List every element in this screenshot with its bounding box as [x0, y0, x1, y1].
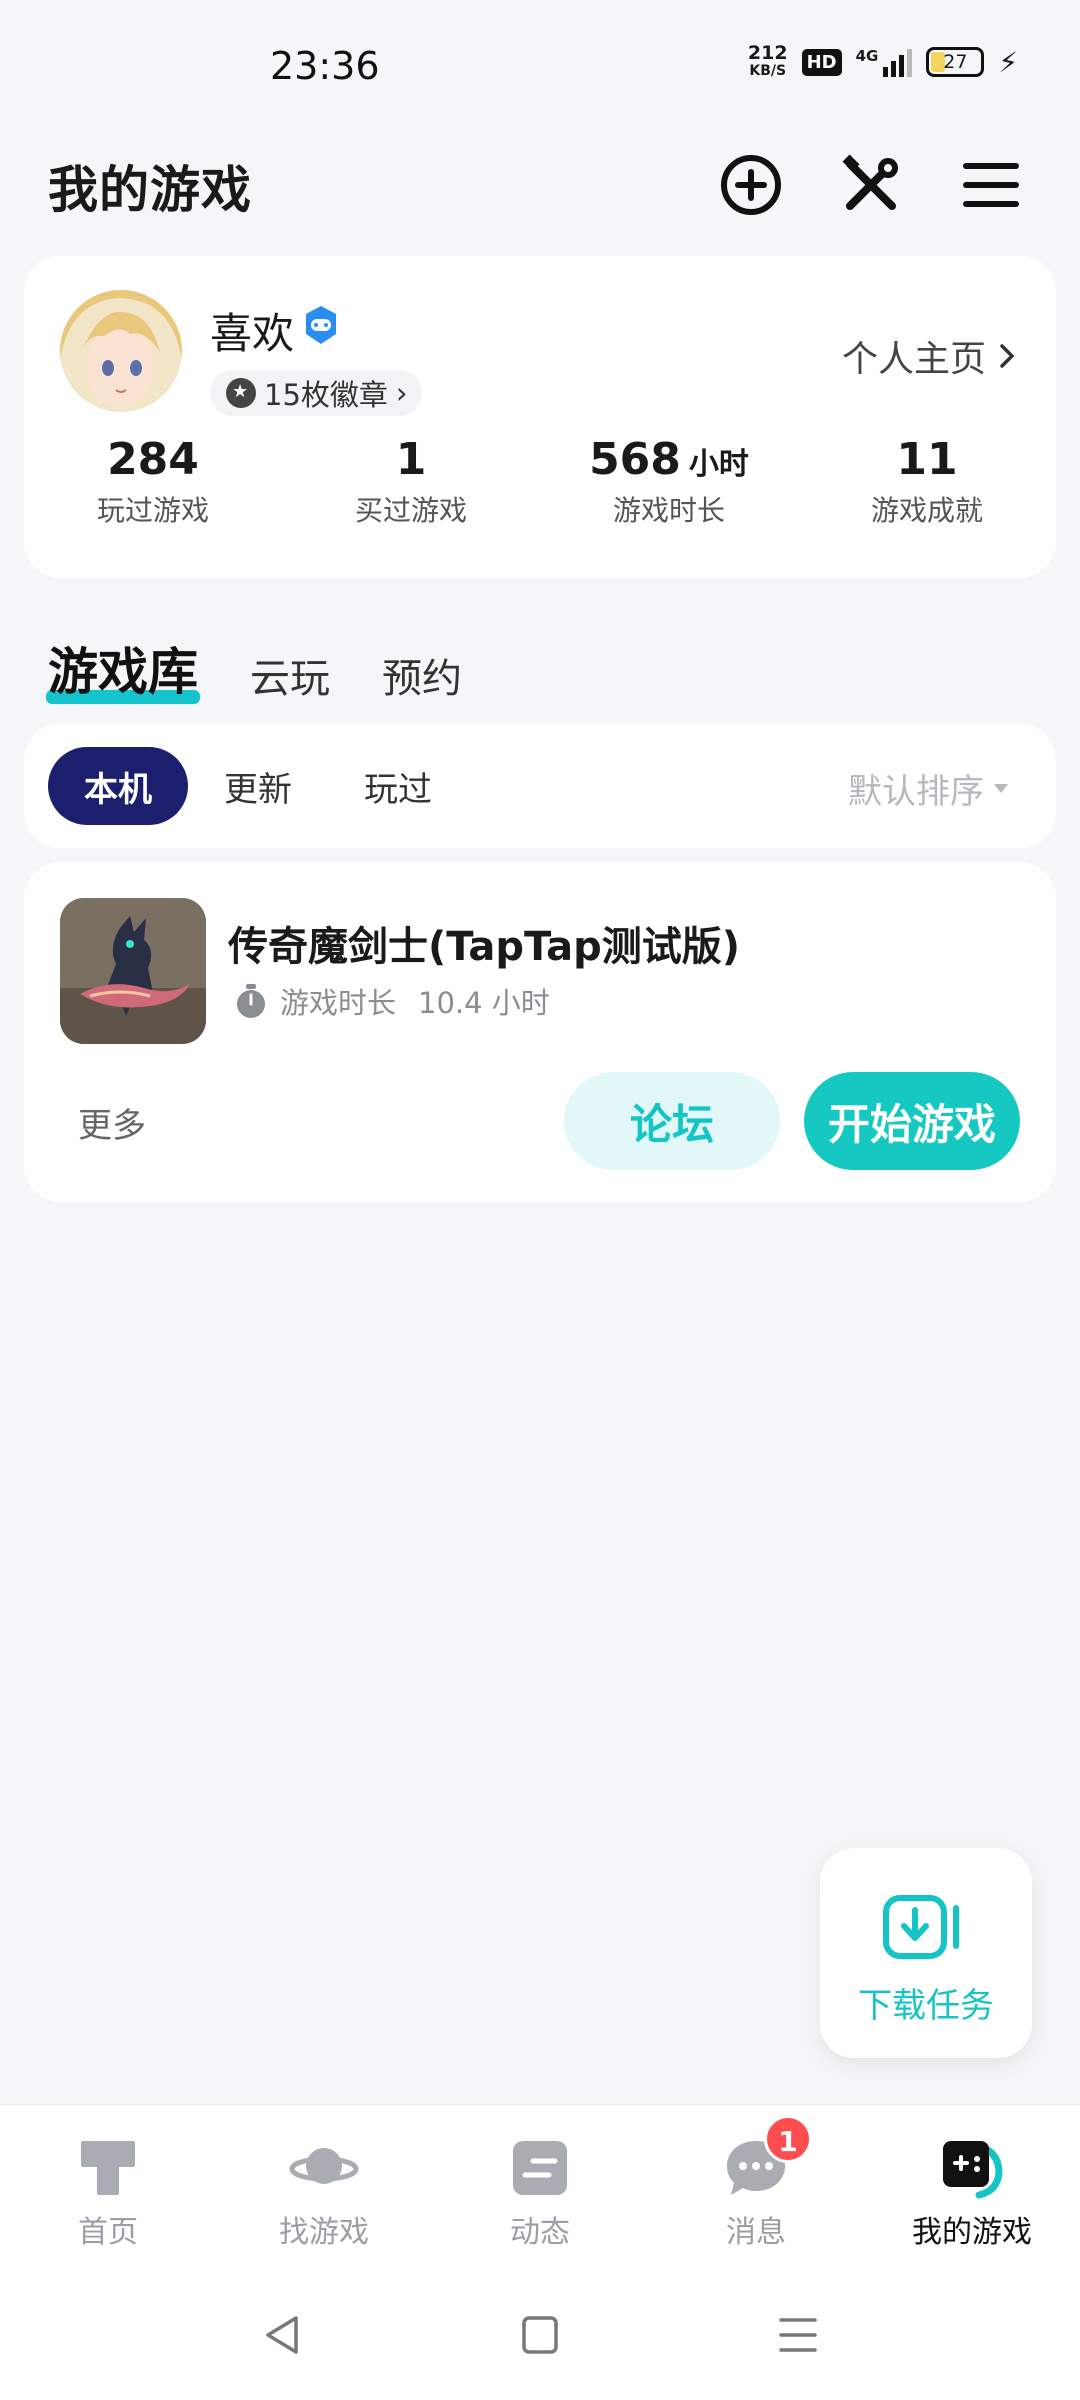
sort-dropdown[interactable]: 默认排序 [848, 764, 1008, 813]
signal-icon: 4G [856, 47, 913, 77]
nav-messages[interactable]: 消息 1 [648, 2105, 864, 2274]
status-icons: 212 KB/S HD 4G 27 ⚡ [748, 44, 1018, 80]
stat-played-games[interactable]: 284 玩过游戏 [24, 434, 282, 529]
back-icon[interactable] [262, 2314, 302, 2356]
unread-badge: 1 [764, 2115, 812, 2163]
net-speed: 212 KB/S [747, 42, 788, 80]
tab-cloud-play[interactable]: 云玩 [250, 646, 330, 704]
feed-icon [513, 2141, 567, 2195]
charging-icon: ⚡ [998, 45, 1018, 79]
username: 喜欢 [210, 309, 295, 358]
battery-icon: 27 [926, 47, 985, 77]
filter-bar: 本机 更新 玩过 默认排序 [24, 724, 1056, 848]
download-tasks-label: 下载任务 [858, 1986, 994, 2026]
homepage-label: 个人主页 [841, 339, 986, 380]
add-circle-icon[interactable] [716, 150, 786, 220]
more-button[interactable]: 更多 [78, 1098, 146, 1147]
bottom-nav: 首页 找游戏 动态 消息 1 我的游戏 [0, 2104, 1080, 2274]
home-icon [81, 2141, 135, 2195]
avatar[interactable] [60, 290, 182, 412]
caret-down-icon [994, 784, 1008, 793]
profile-card[interactable]: 喜欢 15枚徽章 › 个人主页 284 玩过游戏 1 买过游戏 568小时 游戏… [24, 256, 1056, 578]
gamepad-icon [943, 2141, 1003, 2199]
stat-play-time[interactable]: 568 小时 游戏时长 [540, 434, 798, 529]
home-square-icon[interactable] [520, 2314, 560, 2356]
nav-find-games[interactable]: 找游戏 [216, 2105, 432, 2274]
medal-icon [226, 378, 256, 408]
homepage-link[interactable]: 个人主页 [842, 330, 1016, 382]
nav-feed[interactable]: 动态 [432, 2105, 648, 2274]
badges-button[interactable]: 15枚徽章 › [210, 370, 422, 416]
menu-icon[interactable] [956, 150, 1026, 220]
stopwatch-icon [237, 984, 265, 1018]
stats-row: 284 玩过游戏 1 买过游戏 568 小时 游戏时长 11 游戏成就 [24, 434, 1056, 529]
tab-reservations[interactable]: 预约 [382, 646, 462, 704]
system-nav-bar [0, 2274, 1080, 2400]
status-time: 23:36 [270, 44, 380, 88]
chevron-right-icon [1000, 344, 1015, 368]
recents-icon[interactable] [778, 2314, 818, 2356]
game-icon[interactable] [60, 898, 206, 1044]
filter-local[interactable]: 本机 [48, 747, 188, 825]
badges-label: 15枚徽章 [264, 378, 388, 412]
planet-icon [289, 2148, 359, 2184]
library-tabs: 游戏库 云玩 预约 [46, 614, 462, 704]
filter-played[interactable]: 玩过 [328, 747, 468, 825]
stat-achievements[interactable]: 11 游戏成就 [798, 434, 1056, 529]
download-tasks-button[interactable]: 下载任务 [820, 1848, 1032, 2058]
stat-bought-games[interactable]: 1 买过游戏 [282, 434, 540, 529]
status-bar: 23:36 212 KB/S HD 4G 27 ⚡ [0, 0, 1080, 130]
forum-button[interactable]: 论坛 [564, 1072, 780, 1170]
page-title: 我的游戏 [48, 161, 252, 219]
tab-game-library[interactable]: 游戏库 [46, 632, 200, 704]
download-icon [883, 1895, 959, 1959]
verified-gamepad-icon [306, 306, 336, 344]
sort-label: 默认排序 [848, 772, 984, 812]
tools-icon[interactable] [836, 150, 906, 220]
chevron-right-icon: › [395, 376, 408, 410]
hd-icon: HD [801, 48, 842, 76]
nav-home[interactable]: 首页 [0, 2105, 216, 2274]
filter-updates[interactable]: 更新 [188, 747, 328, 825]
nav-my-games[interactable]: 我的游戏 [864, 2105, 1080, 2274]
app-header: 我的游戏 [0, 140, 1080, 230]
game-play-time: 游戏时长 10.4 小时 [234, 980, 550, 1022]
game-title: 传奇魔剑士(TapTap测试版) [228, 924, 741, 970]
start-game-button[interactable]: 开始游戏 [804, 1072, 1020, 1170]
game-card: 传奇魔剑士(TapTap测试版) 游戏时长 10.4 小时 更多 论坛 开始游戏 [24, 862, 1056, 1202]
